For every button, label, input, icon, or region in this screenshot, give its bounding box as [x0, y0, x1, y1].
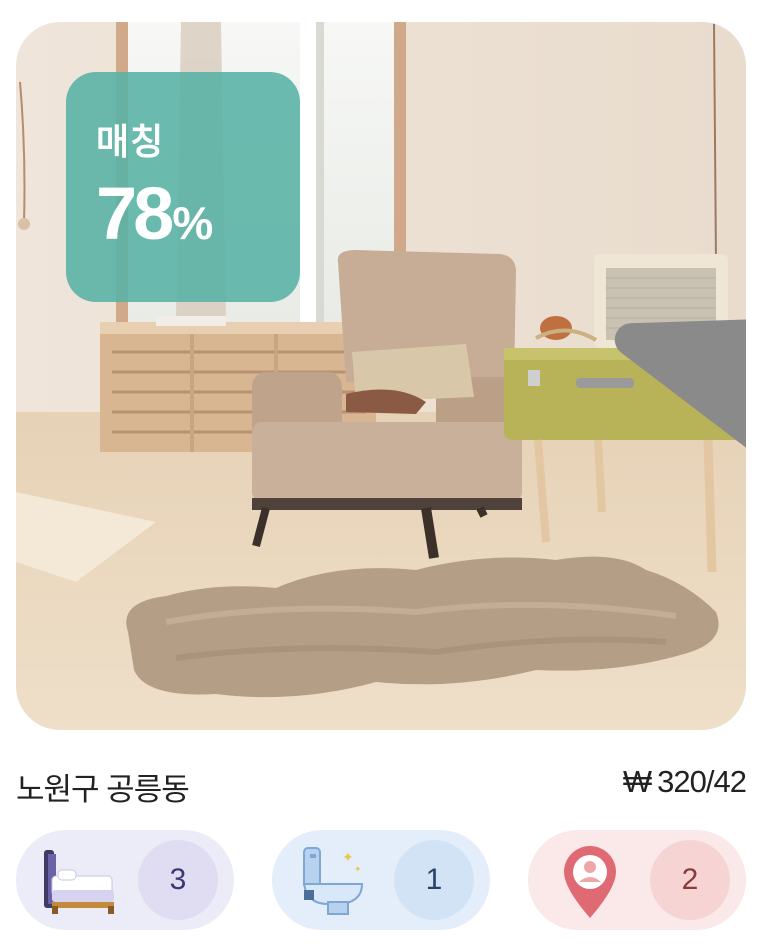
listing-price: ₩320/42 — [622, 764, 747, 800]
listing-address: 노원구 공릉동 — [16, 772, 190, 807]
svg-text:✦: ✦ — [354, 865, 362, 875]
price-separator: / — [705, 764, 715, 799]
match-label: 매칭 — [96, 121, 165, 162]
bedroom-count: 3 — [138, 840, 218, 920]
star-icon[interactable] — [612, 68, 746, 730]
location-pin-icon — [564, 846, 616, 918]
svg-text:✦: ✦ — [342, 850, 354, 866]
location-count-pill[interactable]: 2 — [528, 830, 746, 930]
listing-photo[interactable]: 매칭 78% — [16, 22, 746, 730]
location-count: 2 — [650, 840, 730, 920]
bed-icon — [44, 850, 114, 914]
match-badge: 매칭 78% — [66, 72, 300, 302]
match-unit: % — [172, 197, 214, 249]
price-monthly: 42 — [713, 764, 747, 799]
price-deposit: 320 — [657, 764, 707, 799]
match-value: 78% — [96, 174, 300, 275]
match-percentage: 78 — [96, 172, 174, 255]
bedroom-count-pill[interactable]: 3 — [16, 830, 234, 930]
bathroom-count-pill[interactable]: ✦ ✦ 1 — [272, 830, 490, 930]
currency-symbol: ₩ — [622, 764, 652, 799]
bathroom-count: 1 — [394, 840, 474, 920]
toilet-icon: ✦ ✦ — [302, 847, 364, 915]
